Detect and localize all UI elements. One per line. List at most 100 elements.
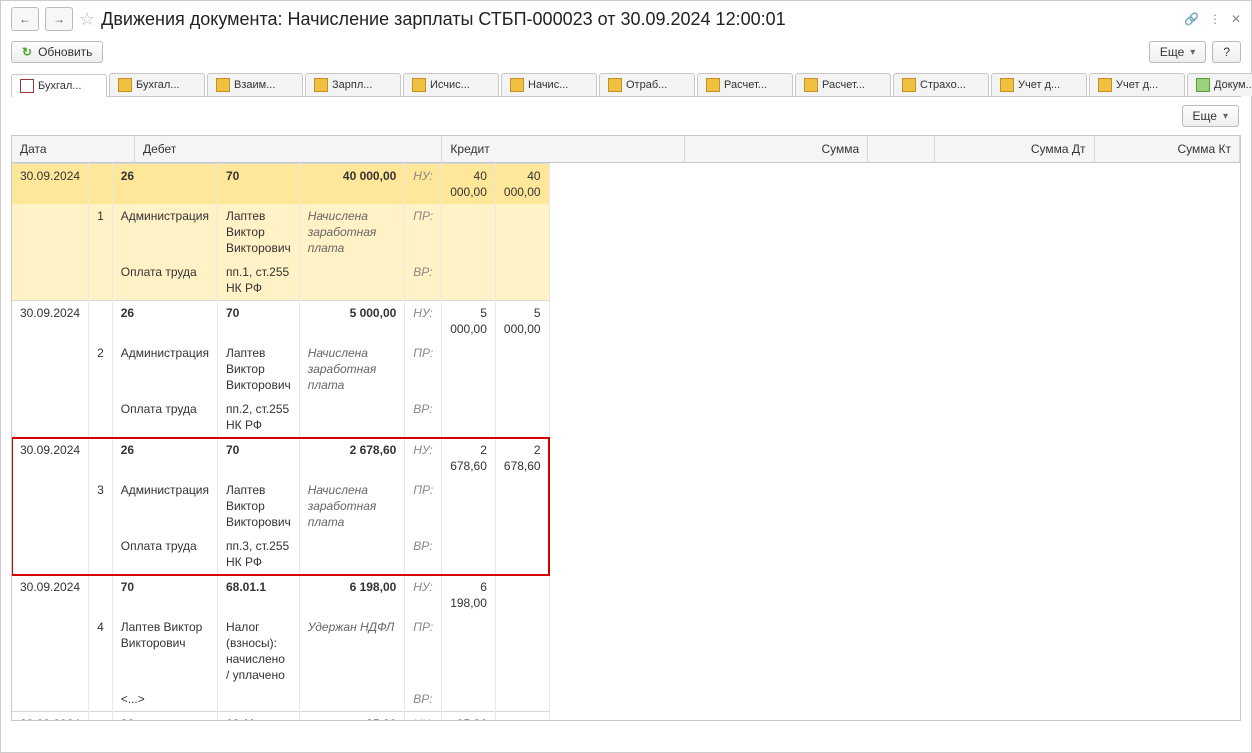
nav-forward-button[interactable]: → [45,7,73,31]
cell-debit-l3: Оплата труда [112,260,217,301]
favorite-star-icon[interactable]: ☆ [79,9,95,30]
refresh-label: Обновить [38,45,92,59]
cell-tag-nu: НУ: [405,438,442,479]
register-icon [510,78,524,92]
cell-sumdt: 40 000,00 [442,164,496,205]
tab-5[interactable]: Начис... [501,73,597,96]
cell-sumkt [495,575,549,616]
tab-label: Исчис... [430,79,470,91]
col-debit[interactable]: Дебет [135,136,442,163]
col-sumkt[interactable]: Сумма Кт [1094,136,1239,163]
tab-12[interactable]: Докум... [1187,73,1252,96]
table-header-row: Дата Дебет Кредит Сумма Сумма Дт Сумма К… [12,136,1240,163]
table-row[interactable]: Оплата трудапп.1, ст.255 НК РФВР: [12,260,549,301]
page-title: Движения документа: Начисление зарплаты … [101,9,1178,30]
cell-idx [89,164,113,205]
register-icon [706,78,720,92]
cell-idx: 2 [89,341,113,397]
table-row[interactable]: 30.09.20242669.1195,36НУ:95,36 [12,712,549,722]
tab-label: Расчет... [822,79,865,91]
tab-0[interactable]: Бухгал... [11,74,107,97]
help-button[interactable]: ? [1212,41,1241,63]
cell-tag-nu: НУ: [405,575,442,616]
grid-more-button[interactable]: Еще [1182,105,1239,127]
tab-2[interactable]: Взаим... [207,73,303,96]
cell-credit-l2: Лаптев Виктор Викторович [217,341,299,397]
col-tag[interactable] [868,136,934,163]
table-row[interactable]: 3АдминистрацияЛаптев Виктор ВикторовичНа… [12,478,549,534]
cell-sum: 6 198,00 [299,575,405,616]
cell-debit-l2: Лаптев Виктор Викторович [112,615,217,687]
cell-desc: Удержан НДФЛ [299,615,405,712]
cell-credit-l3: пп.2, ст.255 НК РФ [217,397,299,438]
register-tabs: Бухгал...Бухгал...Взаим...Зарпл...Исчис.… [11,73,1241,97]
close-icon[interactable]: ✕ [1231,12,1241,26]
cell-date: 30.09.2024 [12,438,89,479]
tab-7[interactable]: Расчет... [697,73,793,96]
tab-4[interactable]: Исчис... [403,73,499,96]
col-sum[interactable]: Сумма [685,136,868,163]
table-row[interactable]: 30.09.202426705 000,00НУ:5 000,005 000,0… [12,301,549,342]
tab-8[interactable]: Расчет... [795,73,891,96]
col-date[interactable]: Дата [12,136,135,163]
cell-credit-l3: пп.3, ст.255 НК РФ [217,534,299,575]
link-icon[interactable]: 🔗 [1184,12,1199,26]
register-icon [1098,78,1112,92]
tab-6[interactable]: Отраб... [599,73,695,96]
tab-label: Учет д... [1116,79,1158,91]
cell-idx [89,575,113,616]
register-icon [804,78,818,92]
register-icon [1000,78,1014,92]
cell-desc: Начислена заработная плата [299,341,405,438]
table-row[interactable]: Оплата трудапп.3, ст.255 НК РФВР: [12,534,549,575]
cell-debit-l2: Администрация [112,478,217,534]
tab-11[interactable]: Учет д... [1089,73,1185,96]
tab-label: Расчет... [724,79,767,91]
postings-table-wrap: Дата Дебет Кредит Сумма Сумма Дт Сумма К… [11,135,1241,721]
tab-label: Отраб... [626,79,667,91]
table-row[interactable]: 30.09.2024267040 000,00НУ:40 000,0040 00… [12,164,549,205]
grid-more-label: Еще [1193,109,1217,123]
cell-tag-pr: ПР: [405,615,442,687]
refresh-button[interactable]: ↻ Обновить [11,41,103,63]
table-row[interactable]: 30.09.202426702 678,60НУ:2 678,602 678,6… [12,438,549,479]
kebab-menu-icon[interactable]: ⋮ [1209,12,1221,26]
tab-3[interactable]: Зарпл... [305,73,401,96]
cell-debit-l2: Администрация [112,341,217,397]
window-header: ← → ☆ Движения документа: Начисление зар… [11,7,1241,35]
cell-credit-acc: 69.11 [217,712,299,722]
tab-10[interactable]: Учет д... [991,73,1087,96]
cell-date: 30.09.2024 [12,164,89,205]
table-row[interactable]: 4Лаптев Виктор ВикторовичНалог (взносы):… [12,615,549,687]
col-sumdt[interactable]: Сумма Дт [934,136,1094,163]
cell-sumkt: 5 000,00 [495,301,549,342]
cell-credit-acc: 70 [217,301,299,342]
cell-credit-l3 [217,687,299,712]
table-row[interactable]: Оплата трудапп.2, ст.255 НК РФВР: [12,397,549,438]
cell-debit-acc: 26 [112,438,217,479]
document-movements-window: ← → ☆ Движения документа: Начисление зар… [0,0,1252,753]
tab-9[interactable]: Страхо... [893,73,989,96]
cell-date: 30.09.2024 [12,301,89,342]
table-row[interactable]: 2АдминистрацияЛаптев Виктор ВикторовичНа… [12,341,549,397]
register-icon [902,78,916,92]
table-row[interactable]: <...>ВР: [12,687,549,712]
tab-label: Докум... [1214,79,1252,91]
register-icon [118,78,132,92]
cell-debit-l2: Администрация [112,204,217,260]
table-row[interactable]: 1АдминистрацияЛаптев Виктор ВикторовичНа… [12,204,549,260]
cell-date: 30.09.2024 [12,575,89,616]
cell-debit-l3: Оплата труда [112,397,217,438]
table-row[interactable]: 30.09.20247068.01.16 198,00НУ:6 198,00 [12,575,549,616]
cell-debit-acc: 26 [112,164,217,205]
cell-sumdt: 2 678,60 [442,438,496,479]
more-button[interactable]: Еще [1149,41,1206,63]
cell-sum: 2 678,60 [299,438,405,479]
tab-1[interactable]: Бухгал... [109,73,205,96]
cell-tag-vr: ВР: [405,687,442,712]
nav-back-button[interactable]: ← [11,7,39,31]
register-icon [608,78,622,92]
cell-debit-acc: 26 [112,712,217,722]
col-credit[interactable]: Кредит [442,136,685,163]
cell-sumkt: 40 000,00 [495,164,549,205]
